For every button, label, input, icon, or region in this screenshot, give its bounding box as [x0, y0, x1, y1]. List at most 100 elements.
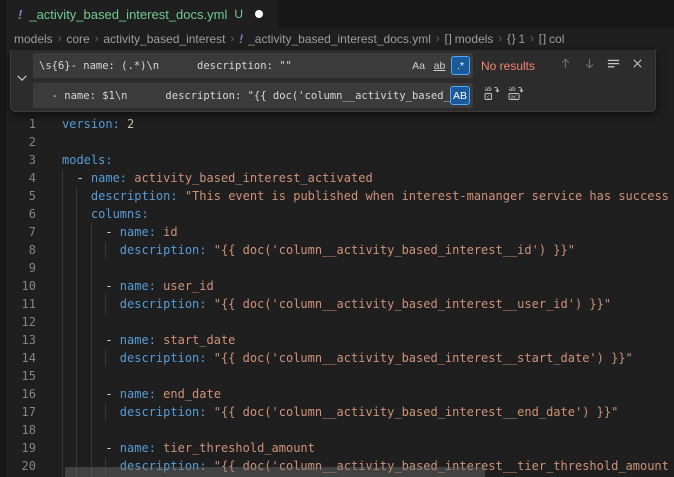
- svg-text:ab: ab: [508, 86, 516, 93]
- code-line[interactable]: 13 - name: start_date: [8, 331, 674, 349]
- line-number: 16: [8, 385, 36, 403]
- code-line[interactable]: 10 - name: user_id: [8, 277, 674, 295]
- line-number: 6: [8, 205, 36, 223]
- breadcrumb-separator-icon: ›: [58, 33, 62, 45]
- code-line[interactable]: 6 columns:: [8, 205, 674, 223]
- code-line[interactable]: 14 description: "{{ doc('column__activit…: [8, 349, 674, 367]
- modified-dot-icon[interactable]: [255, 10, 263, 18]
- line-content: description: "{{ doc('column__activity_b…: [62, 403, 618, 421]
- breadcrumb-item[interactable]: [ ] models: [445, 32, 494, 46]
- breadcrumb-separator-icon: ›: [230, 33, 234, 45]
- editor-content[interactable]: 1 version: 2 23 models:4 - name: activity_b…: [8, 115, 674, 475]
- breadcrumb-label: core: [66, 32, 89, 46]
- code-line[interactable]: 7 - name: id: [8, 223, 674, 241]
- breadcrumb-item[interactable]: activity_based_interest: [103, 32, 225, 46]
- previous-match-button[interactable]: [554, 54, 577, 77]
- code-line[interactable]: 5 description: "This event is published …: [8, 187, 674, 205]
- code-line[interactable]: 18: [8, 421, 674, 439]
- replace-all-icon: ab ac: [507, 85, 523, 106]
- code-line[interactable]: 9: [8, 259, 674, 277]
- toggle-replace-button[interactable]: [11, 50, 33, 111]
- code-line[interactable]: 4 - name: activity_based_interest_activa…: [8, 169, 674, 187]
- svg-text:c: c: [486, 94, 489, 100]
- breadcrumb-label: activity_based_interest: [103, 32, 225, 46]
- line-number: 15: [8, 367, 36, 385]
- find-results-status: No results: [481, 59, 553, 73]
- code-line[interactable]: 17 description: "{{ doc('column__activit…: [8, 403, 674, 421]
- breadcrumb: models › core › activity_based_interest ›! _ac…: [8, 28, 674, 50]
- breadcrumb-item[interactable]: [ ]col: [539, 32, 565, 46]
- git-status-badge: U: [234, 7, 243, 21]
- tab-bar: ! _activity_based_interest_docs.yml U: [8, 0, 674, 28]
- breadcrumb-item[interactable]: core: [66, 32, 89, 46]
- find-replace-widget: \s{6}- name: (.*)\n description: "" Aa a…: [10, 50, 656, 112]
- close-icon: [630, 56, 645, 76]
- breadcrumb-separator-icon: ›: [530, 33, 534, 45]
- array-symbol-icon: [ ]: [445, 33, 451, 45]
- breadcrumb-item[interactable]: ! _activity_based_interest_docs.yml: [239, 32, 431, 46]
- code-line[interactable]: 19 - name: tier_threshold_amount: [8, 439, 674, 457]
- line-number: 2: [8, 133, 36, 151]
- code-line[interactable]: 8 description: "{{ doc('column__activity…: [8, 241, 674, 259]
- replace-input[interactable]: - name: $1\n description: "{{ doc('colum…: [33, 83, 473, 108]
- breadcrumb-item[interactable]: models: [14, 32, 53, 46]
- close-button[interactable]: [626, 54, 649, 77]
- next-match-button[interactable]: [578, 54, 601, 77]
- preserve-case-button[interactable]: AB: [450, 86, 470, 105]
- line-number: 10: [8, 277, 36, 295]
- code-line[interactable]: 16 - name: end_date: [8, 385, 674, 403]
- line-content: - name: tier_threshold_amount: [62, 439, 315, 457]
- selection-lines-icon: [606, 56, 621, 76]
- code-line[interactable]: 2: [8, 133, 674, 151]
- breadcrumb-label: 1: [519, 32, 526, 46]
- yaml-file-icon: !: [18, 7, 22, 22]
- code-line[interactable]: 11 description: "{{ doc('column__activit…: [8, 295, 674, 313]
- breadcrumb-label: _activity_based_interest_docs.yml: [248, 32, 431, 46]
- line-content: description: "{{ doc('column__activity_b…: [62, 349, 633, 367]
- arrow-down-icon: [582, 56, 597, 76]
- line-content: - name: id: [62, 223, 178, 241]
- line-number: 3: [8, 151, 36, 169]
- line-number: 17: [8, 403, 36, 421]
- line-number: 11: [8, 295, 36, 313]
- line-content: - name: start_date: [62, 331, 235, 349]
- line-content: description: "{{ doc('column__activity_b…: [62, 241, 575, 259]
- code-line[interactable]: 3 models:: [8, 151, 674, 169]
- code-line[interactable]: 1 version: 2: [8, 115, 674, 133]
- breadcrumb-label: models: [14, 32, 53, 46]
- arrow-up-icon: [558, 56, 573, 76]
- line-content: description: "This event is published wh…: [62, 187, 669, 205]
- code-line[interactable]: 12: [8, 313, 674, 331]
- line-content: version: 2: [62, 115, 134, 133]
- left-edge-strip: [0, 0, 8, 477]
- yaml-file-icon: !: [239, 32, 243, 46]
- breadcrumb-separator-icon: ›: [498, 33, 502, 45]
- replace-button[interactable]: ab c: [479, 84, 502, 107]
- line-number: 8: [8, 241, 36, 259]
- tab-filename: _activity_based_interest_docs.yml: [29, 7, 227, 22]
- line-content: - name: user_id: [62, 277, 214, 295]
- find-input[interactable]: \s{6}- name: (.*)\n description: "" Aa a…: [33, 53, 473, 78]
- horizontal-scrollbar[interactable]: [65, 467, 485, 477]
- line-number: 9: [8, 259, 36, 277]
- find-in-selection-button[interactable]: [602, 54, 625, 77]
- code-line[interactable]: 15: [8, 367, 674, 385]
- line-number: 13: [8, 331, 36, 349]
- line-number: 1: [8, 115, 36, 133]
- chevron-down-icon: [15, 71, 29, 90]
- line-number: 14: [8, 349, 36, 367]
- line-content: models:: [62, 151, 113, 169]
- object-symbol-icon: { }: [507, 33, 514, 45]
- line-number: 20: [8, 457, 36, 475]
- line-number: 18: [8, 421, 36, 439]
- whole-word-button[interactable]: ab: [430, 56, 449, 75]
- breadcrumb-item[interactable]: { } 1: [507, 32, 525, 46]
- line-content: description: "{{ doc('column__activity_b…: [62, 295, 611, 313]
- line-content: - name: activity_based_interest_activate…: [62, 169, 373, 187]
- replace-all-button[interactable]: ab ac: [503, 84, 526, 107]
- breadcrumb-label: models: [455, 32, 494, 46]
- match-case-button[interactable]: Aa: [409, 56, 428, 75]
- editor-tab[interactable]: ! _activity_based_interest_docs.yml U: [8, 0, 278, 28]
- regex-button[interactable]: .*: [451, 56, 470, 75]
- line-content: - name: end_date: [62, 385, 221, 403]
